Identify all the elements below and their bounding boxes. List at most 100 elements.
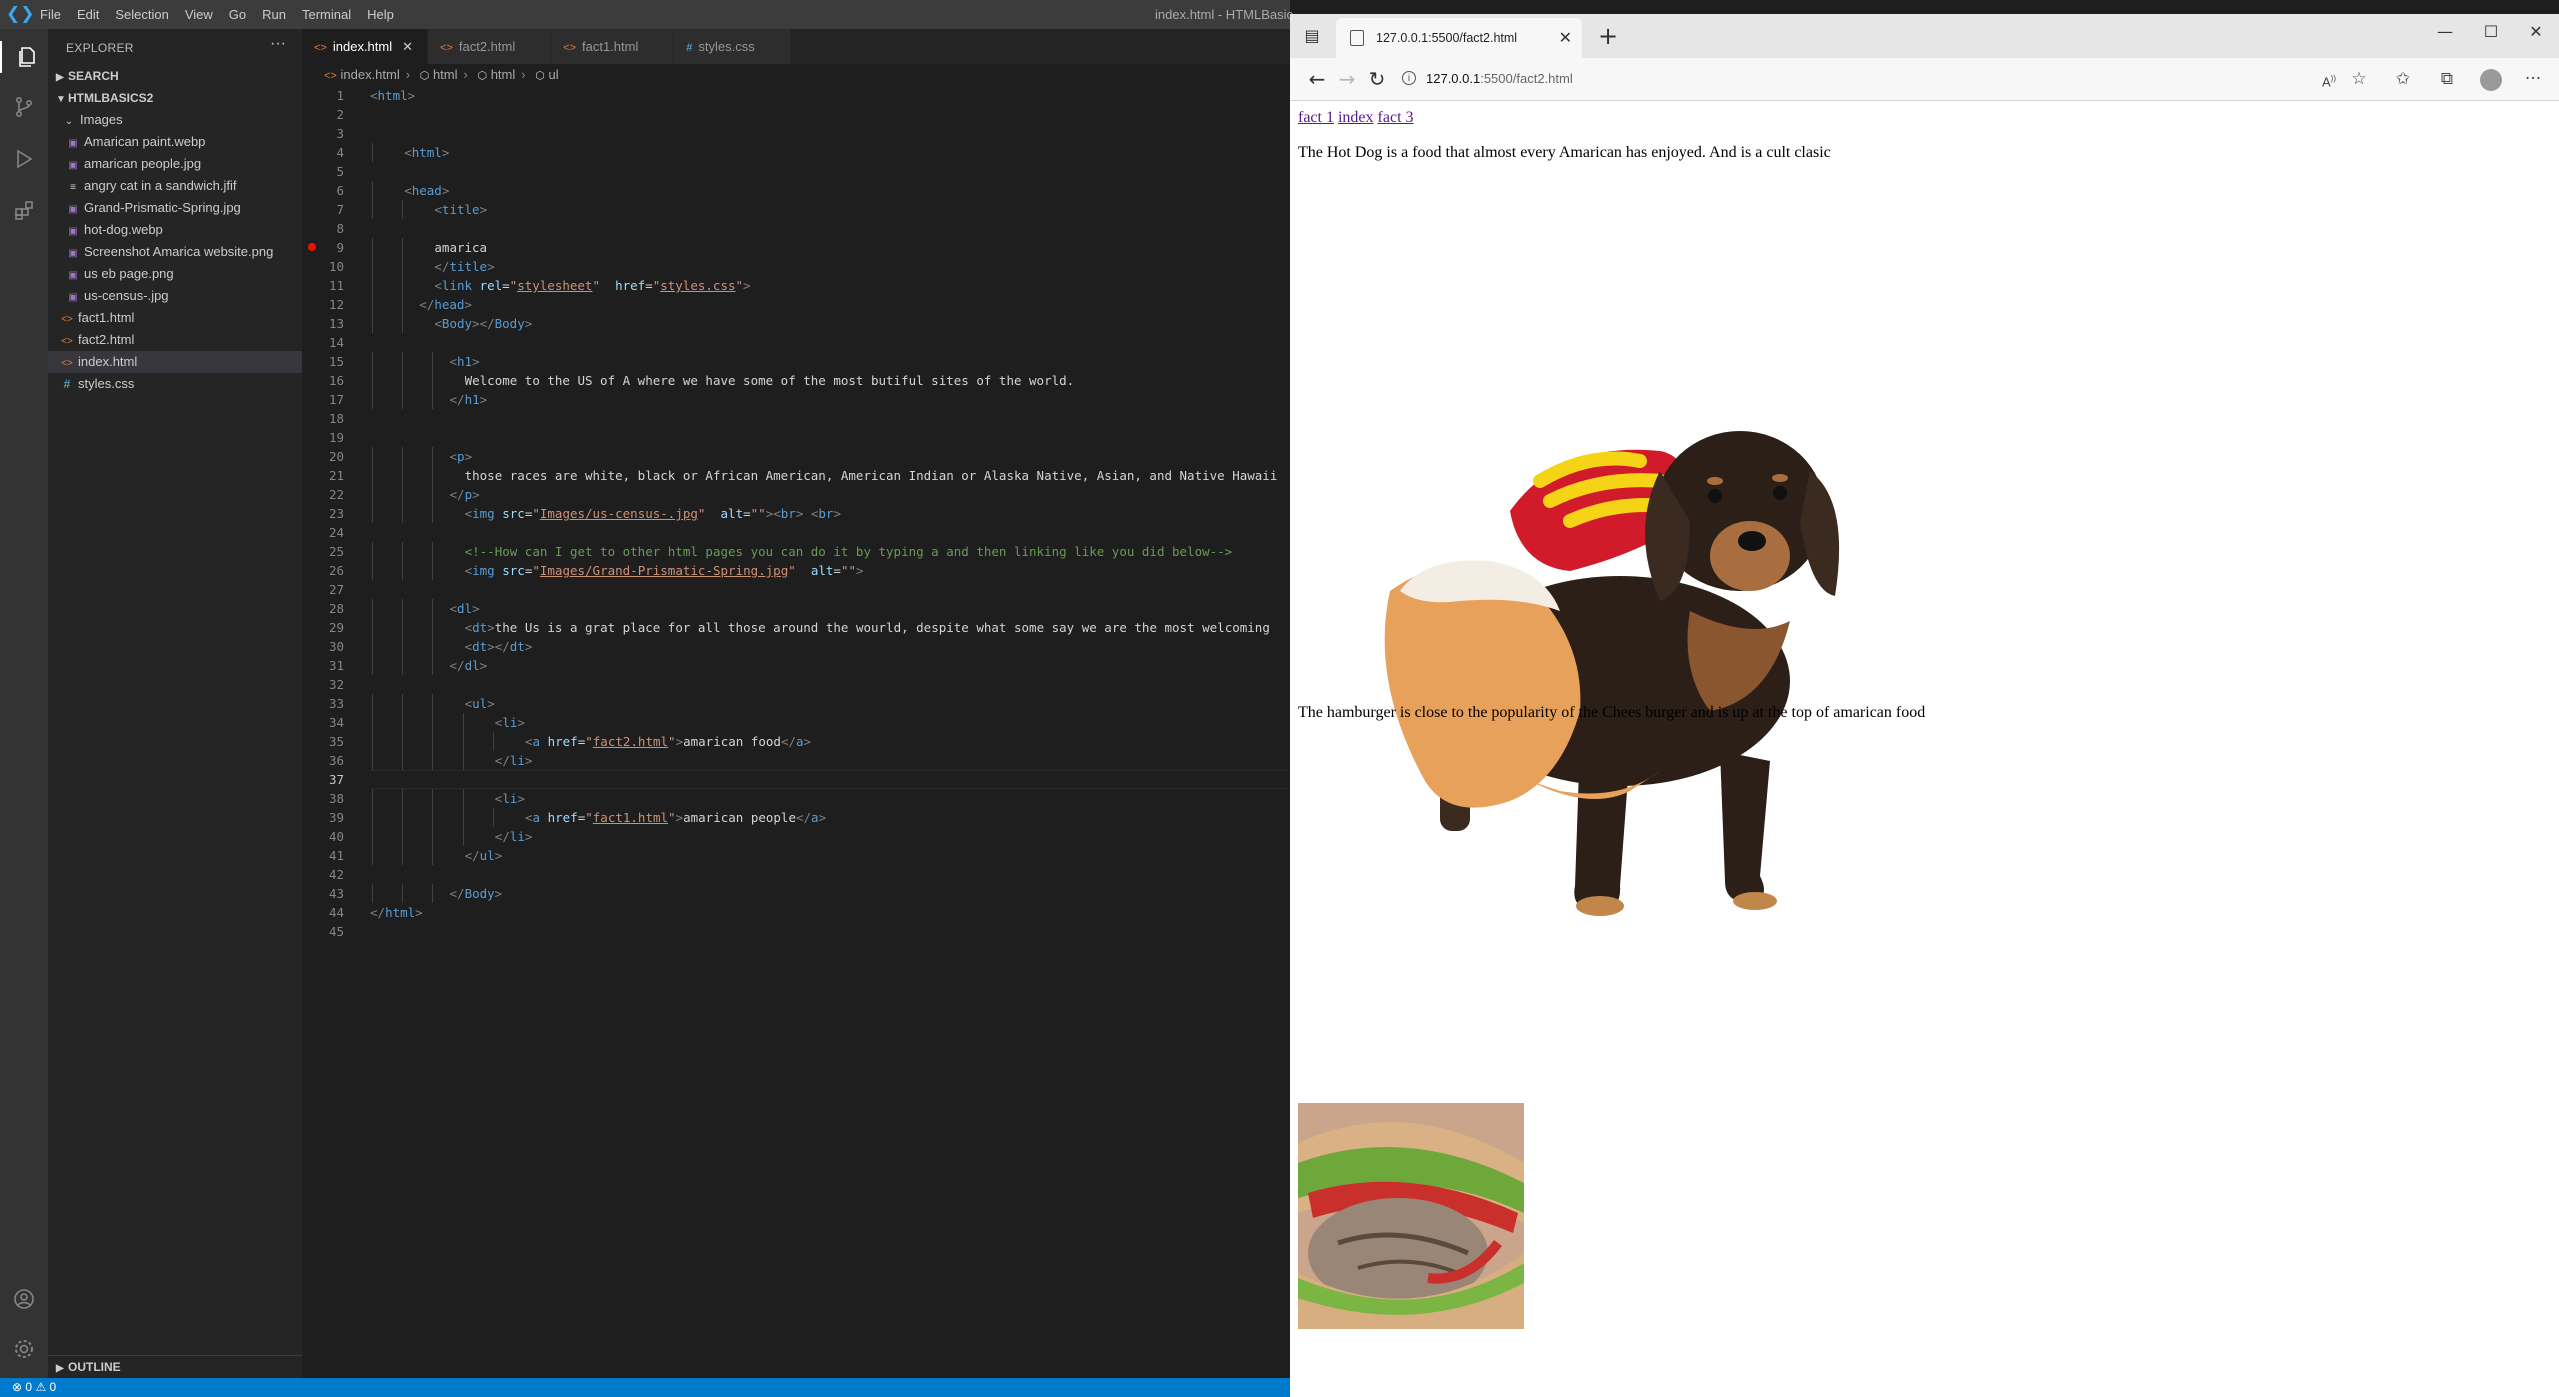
- code-line[interactable]: <img src="Images/Grand-Prismatic-Spring.…: [465, 561, 864, 580]
- link-fact-1[interactable]: fact 1: [1298, 109, 1334, 126]
- tree-item[interactable]: ▣ us eb page.png: [48, 263, 302, 285]
- code-line[interactable]: <html>: [404, 143, 449, 162]
- breadcrumb-item[interactable]: html: [433, 67, 458, 82]
- breadcrumb-item[interactable]: html: [491, 67, 516, 82]
- search-section[interactable]: ▶ SEARCH: [48, 65, 302, 87]
- code-line[interactable]: <li>: [495, 789, 525, 808]
- accounts-icon[interactable]: [8, 1283, 40, 1315]
- minimize-icon[interactable]: —: [2422, 14, 2468, 50]
- code-line[interactable]: those races are white, black or African …: [465, 466, 1278, 485]
- source-control-icon[interactable]: [8, 91, 40, 123]
- code-line[interactable]: <li>: [495, 713, 525, 732]
- menu-view[interactable]: View: [185, 7, 213, 22]
- code-line[interactable]: <a href="fact2.html">amarican food</a>: [525, 732, 811, 751]
- code-line[interactable]: </ul>: [465, 846, 503, 865]
- site-info-icon[interactable]: i: [1402, 71, 1416, 85]
- code-line[interactable]: <h1>: [450, 352, 480, 371]
- code-line[interactable]: </html>: [370, 903, 423, 922]
- address-bar[interactable]: 127.0.0.1:5500/fact2.html: [1426, 66, 1573, 92]
- menu-edit[interactable]: Edit: [77, 7, 99, 22]
- tab-fact2-html[interactable]: <>fact2.html✕: [428, 29, 552, 64]
- code-line[interactable]: </head>: [419, 295, 472, 314]
- read-aloud-icon[interactable]: A)): [2316, 66, 2342, 92]
- code-line[interactable]: <link rel="stylesheet" href="styles.css"…: [434, 276, 750, 295]
- code-line[interactable]: </li>: [495, 827, 533, 846]
- close-window-icon[interactable]: ✕: [2513, 14, 2559, 50]
- tab-actions-icon[interactable]: ▤: [1302, 26, 1322, 46]
- link-index[interactable]: index: [1338, 109, 1374, 126]
- code-line[interactable]: <p>: [450, 447, 473, 466]
- tree-item-label: Images: [80, 112, 123, 127]
- profile-avatar[interactable]: [2480, 69, 2502, 91]
- tree-item[interactable]: <> fact1.html: [48, 307, 302, 329]
- code-line[interactable]: <Body></Body>: [434, 314, 532, 333]
- code-line[interactable]: <dt>the Us is a grat place for all those…: [465, 618, 1270, 637]
- close-icon[interactable]: ✕: [402, 39, 413, 54]
- code-line[interactable]: <title>: [434, 200, 487, 219]
- code-line[interactable]: <dl>: [450, 599, 480, 618]
- collections-icon[interactable]: ⧉: [2434, 66, 2460, 92]
- tree-item[interactable]: ▣ amarican people.jpg: [48, 153, 302, 175]
- code-line[interactable]: amarica: [434, 238, 487, 257]
- indent-guide: [402, 732, 404, 751]
- reload-icon[interactable]: ↻: [1364, 66, 1390, 92]
- forward-arrow-icon[interactable]: →: [1334, 66, 1360, 92]
- run-debug-icon[interactable]: [8, 143, 40, 175]
- code-line[interactable]: <img src="Images/us-census-.jpg" alt="">…: [465, 504, 841, 523]
- maximize-icon[interactable]: ☐: [2468, 14, 2514, 50]
- warning-count[interactable]: 0: [50, 1380, 57, 1394]
- tree-item[interactable]: ≡ angry cat in a sandwich.jfif: [48, 175, 302, 197]
- breakpoint-icon[interactable]: [308, 243, 316, 251]
- tree-item-selected[interactable]: <> index.html: [48, 351, 302, 373]
- close-tab-icon[interactable]: ✕: [1559, 18, 1572, 58]
- menu-go[interactable]: Go: [229, 7, 246, 22]
- favorites-list-icon[interactable]: ✩: [2390, 66, 2416, 92]
- new-tab-plus-icon[interactable]: +: [1590, 18, 1626, 54]
- menu-file[interactable]: File: [40, 7, 61, 22]
- code-line[interactable]: <ul>: [465, 694, 495, 713]
- breadcrumb-item[interactable]: ul: [548, 67, 558, 82]
- favorite-star-icon[interactable]: ☆: [2346, 66, 2372, 92]
- code-line[interactable]: <a href="fact1.html">amarican people</a>: [525, 808, 826, 827]
- back-arrow-icon[interactable]: ←: [1304, 66, 1330, 92]
- tree-item[interactable]: ▣ Screenshot Amarica website.png: [48, 241, 302, 263]
- code-line[interactable]: <dt></dt>: [465, 637, 533, 656]
- tree-item[interactable]: ▣ hot-dog.webp: [48, 219, 302, 241]
- code-line[interactable]: <html>: [370, 86, 415, 105]
- code-line[interactable]: <!--How can I get to other html pages yo…: [465, 542, 1233, 561]
- tree-item[interactable]: <> fact2.html: [48, 329, 302, 351]
- code-line[interactable]: </dl>: [450, 656, 488, 675]
- tree-item[interactable]: ▣ Amarican paint.webp: [48, 131, 302, 153]
- tab-fact1-html[interactable]: <>fact1.html✕: [551, 29, 675, 64]
- code-line[interactable]: </title>: [434, 257, 494, 276]
- code-line[interactable]: </h1>: [450, 390, 488, 409]
- outline-section[interactable]: ▶ OUTLINE: [48, 1355, 302, 1378]
- more-menu-icon[interactable]: ···: [2520, 66, 2546, 92]
- code-line[interactable]: <head>: [404, 181, 449, 200]
- project-section[interactable]: ▼ HTMLBASICS2: [48, 87, 302, 109]
- code-line[interactable]: </p>: [450, 485, 480, 504]
- settings-gear-icon[interactable]: [8, 1333, 40, 1365]
- tree-item[interactable]: ▣ Grand-Prismatic-Spring.jpg: [48, 197, 302, 219]
- more-actions-icon[interactable]: ···: [270, 35, 286, 53]
- extensions-icon[interactable]: [8, 195, 40, 227]
- code-line[interactable]: Welcome to the US of A where we have som…: [465, 371, 1075, 390]
- tab-index-html[interactable]: <> index.html ✕: [302, 29, 429, 64]
- tree-item[interactable]: ▣ us-census-.jpg: [48, 285, 302, 307]
- tree-folder-images[interactable]: ⌄ Images: [48, 109, 302, 131]
- breadcrumb-item[interactable]: index.html: [340, 67, 399, 82]
- menu-help[interactable]: Help: [367, 7, 394, 22]
- browser-tab[interactable]: 127.0.0.1:5500/fact2.html ✕: [1336, 18, 1582, 58]
- warning-icon[interactable]: ⚠: [35, 1380, 46, 1394]
- menu-run[interactable]: Run: [262, 7, 286, 22]
- code-line[interactable]: </Body>: [450, 884, 503, 903]
- tab-styles-css[interactable]: #styles.css✕: [674, 29, 791, 64]
- tree-item[interactable]: # styles.css: [48, 373, 302, 395]
- code-line[interactable]: </li>: [495, 751, 533, 770]
- explorer-icon[interactable]: [0, 41, 50, 73]
- menu-selection[interactable]: Selection: [115, 7, 168, 22]
- error-count[interactable]: 0: [25, 1380, 32, 1394]
- menu-terminal[interactable]: Terminal: [302, 7, 351, 22]
- link-fact-3[interactable]: fact 3: [1378, 109, 1414, 126]
- errors-icon[interactable]: ⊗: [12, 1380, 22, 1394]
